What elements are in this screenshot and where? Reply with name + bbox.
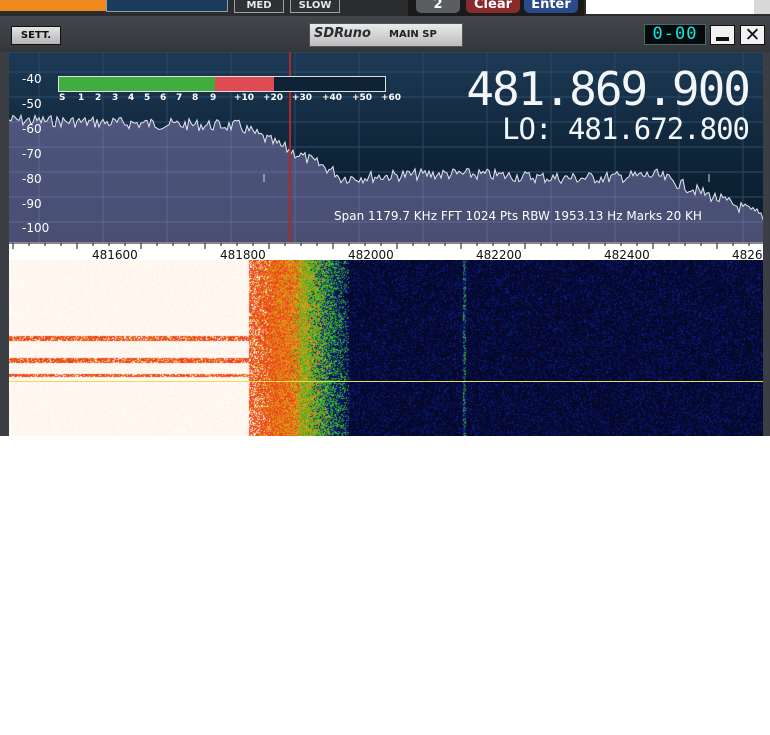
top-strip: MED SLOW 2 Clear Enter <box>0 0 770 16</box>
slow-button[interactable]: SLOW <box>290 0 340 13</box>
key-2-button[interactable]: 2 <box>416 0 460 13</box>
frequency-display[interactable]: 481.869.900 <box>466 62 751 116</box>
minimize-icon <box>716 37 729 41</box>
meter-scale-label: 8 <box>192 93 199 103</box>
level-bar <box>0 0 106 11</box>
spectrum-display[interactable]: -40 -50 -60 -70 -80 -90 -100 S 1 2 3 4 5 6 7 8 9 +10 +20 +… <box>9 52 763 242</box>
db-label: -90 <box>22 197 42 211</box>
db-label: -80 <box>22 172 42 186</box>
med-button[interactable]: MED <box>234 0 284 13</box>
keypad: 2 Clear Enter <box>408 0 584 16</box>
minimize-button[interactable] <box>710 25 735 45</box>
db-label: -50 <box>22 97 42 111</box>
meter-scale-label: 2 <box>95 93 102 103</box>
meter-scale-label: S <box>59 93 66 103</box>
meter-scale-label: 6 <box>160 93 167 103</box>
db-label: -70 <box>22 147 42 161</box>
waterfall-display[interactable] <box>9 260 763 436</box>
background-panel-edge <box>754 0 770 14</box>
meter-scale-label: 7 <box>176 93 183 103</box>
lo-frequency-display: LO: 481.672.800 <box>502 112 750 146</box>
meter-scale-label: 3 <box>112 93 119 103</box>
panel-name: MAIN SP <box>389 29 437 40</box>
status-line: Span 1179.7 KHz FFT 1024 Pts RBW 1953.13… <box>334 209 702 223</box>
app-logo: SDRuno <box>314 26 371 41</box>
settings-button[interactable]: SETT. <box>11 26 61 45</box>
meter-scale-label: +30 <box>292 93 313 103</box>
meter-scale-label: +60 <box>381 93 402 103</box>
close-icon: ✕ <box>744 24 761 46</box>
clock-display: 0-00 <box>644 24 706 45</box>
close-button[interactable]: ✕ <box>740 24 765 46</box>
frequency-axis: 481600 481800 482000 482200 482400 4826 <box>9 242 763 262</box>
signal-meter <box>58 76 386 92</box>
signal-meter-green <box>59 77 216 91</box>
background-panel <box>586 0 770 14</box>
clear-button[interactable]: Clear <box>466 0 520 13</box>
window-title: SDRuno MAIN SP <box>309 23 463 47</box>
db-label: -60 <box>22 122 42 136</box>
title-bar[interactable]: SETT. SDRuno MAIN SP 0-00 ✕ <box>0 16 770 52</box>
waterfall-canvas <box>9 260 763 436</box>
signal-meter-red <box>215 77 275 91</box>
meter-scale-label: 1 <box>78 93 85 103</box>
waterfall-time-marker <box>9 381 763 382</box>
db-label: -100 <box>22 221 50 235</box>
db-label: -40 <box>22 72 42 86</box>
meter-scale-label: 4 <box>128 93 135 103</box>
meter-scale-label: +50 <box>352 93 373 103</box>
top-display-box <box>106 0 228 12</box>
meter-scale-label: +40 <box>322 93 343 103</box>
main-spectrum-window: SETT. SDRuno MAIN SP 0-00 ✕ -40 -50 -60 -70… <box>0 16 770 436</box>
meter-scale-label: +10 <box>234 93 255 103</box>
meter-scale-label: 9 <box>210 93 217 103</box>
meter-scale-label: +20 <box>263 93 284 103</box>
meter-scale-label: 5 <box>144 93 151 103</box>
enter-button[interactable]: Enter <box>524 0 578 13</box>
